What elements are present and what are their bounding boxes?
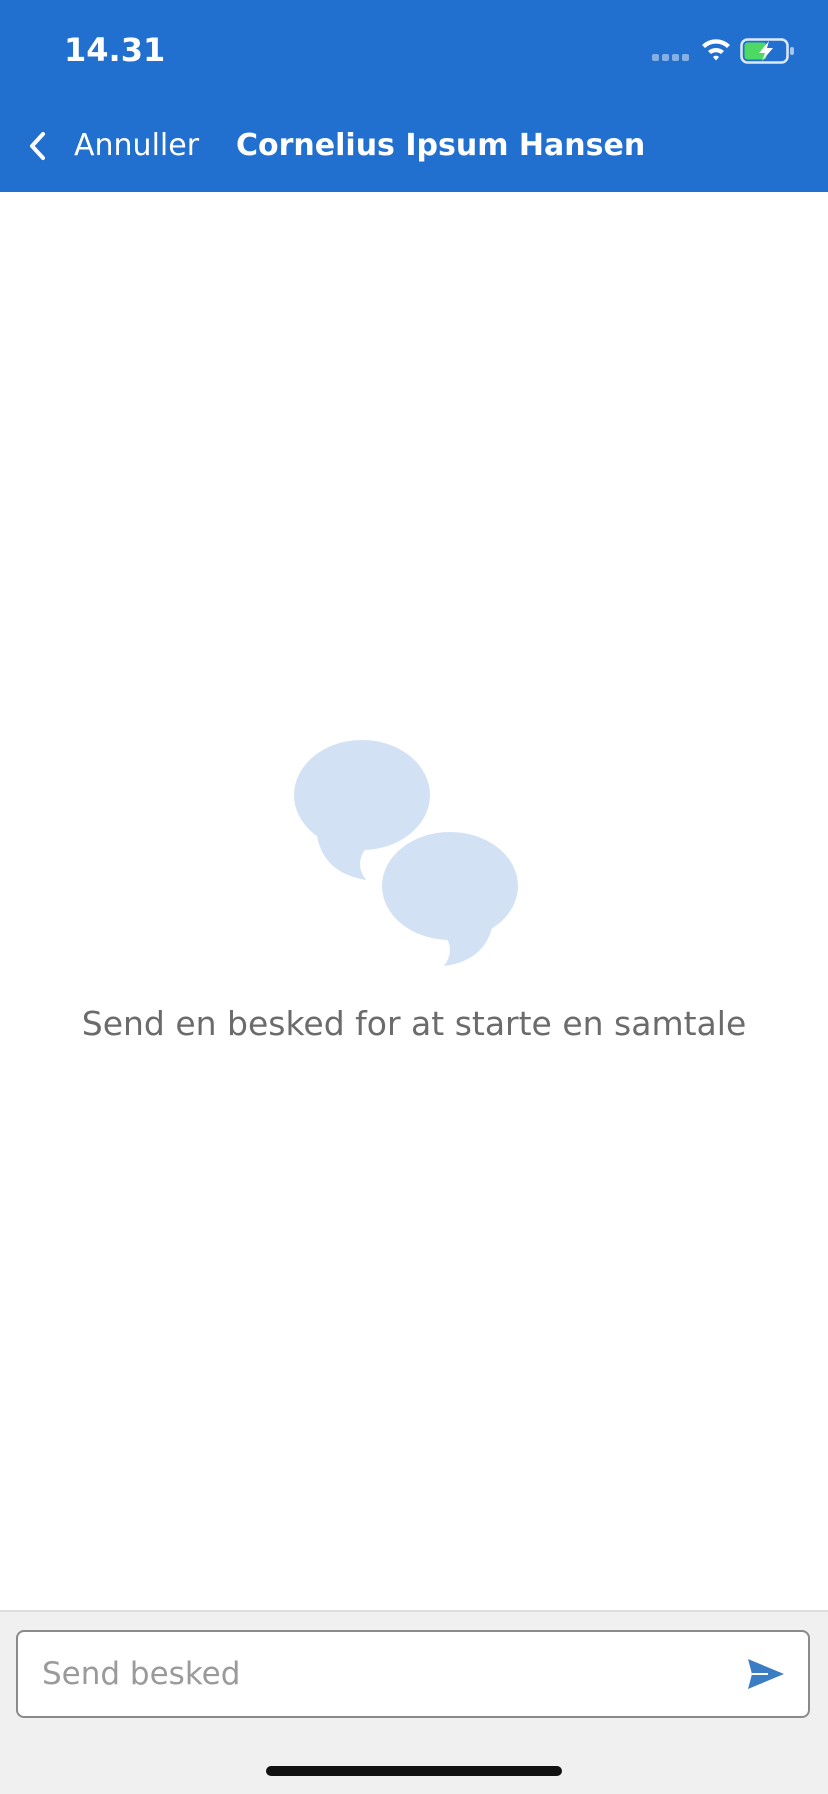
wifi-icon (702, 39, 730, 61)
home-indicator (266, 1766, 562, 1776)
send-icon (748, 1659, 784, 1689)
empty-state-message: Send en besked for at starte en samtale (81, 1004, 747, 1043)
app-header: 14.31 Annuller Cornelius Ipsum Hansen (0, 0, 828, 192)
message-input[interactable] (42, 1632, 702, 1716)
empty-conversation-state: Send en besked for at starte en samtale (0, 740, 828, 1046)
chat-bubbles-icon (294, 740, 518, 966)
cancel-label: Annuller (74, 128, 200, 163)
cellular-signal-icon (652, 54, 692, 62)
conversation-title: Cornelius Ipsum Hansen (236, 128, 646, 163)
cancel-button[interactable]: Annuller (22, 118, 199, 174)
message-field[interactable] (16, 1630, 810, 1718)
send-button[interactable] (744, 1652, 788, 1696)
battery-charging-icon (740, 38, 794, 64)
chevron-left-icon (22, 128, 52, 164)
status-time: 14.31 (64, 31, 166, 69)
